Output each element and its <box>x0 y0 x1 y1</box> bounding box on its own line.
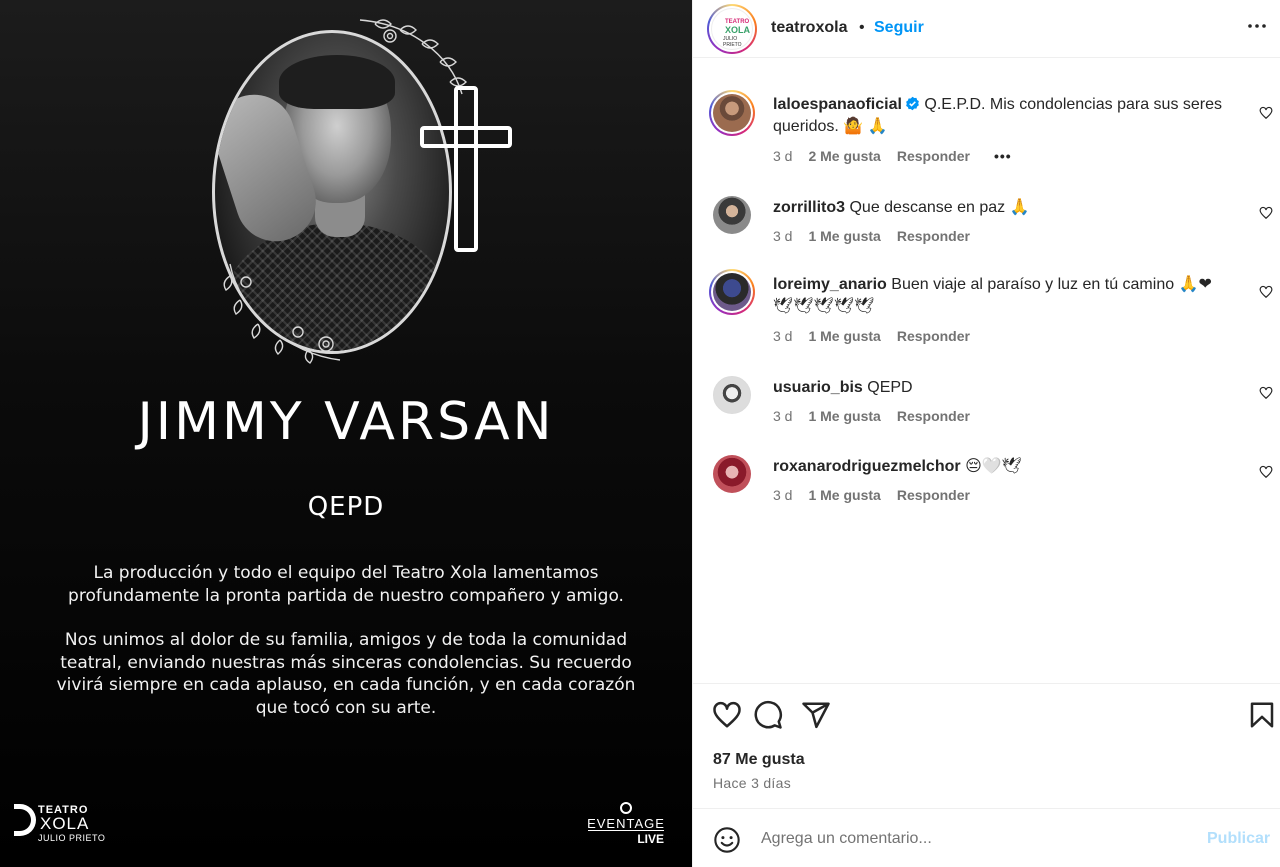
tribute-paragraph-2: Nos unimos al dolor de su familia, amigo… <box>56 630 636 718</box>
comment-text: 😔🤍🕊 <box>965 458 1022 475</box>
instagram-post-view: JIMMY VARSAN QEPD La producción y todo e… <box>0 0 1280 867</box>
reply-button[interactable]: Responder <box>897 148 970 164</box>
comment-likes[interactable]: 1 Me gusta <box>808 328 880 344</box>
comment-text: Buen viaje al paraíso y luz en tú camino… <box>891 276 1212 293</box>
post-header: TEATRO XOLA JULIO PRIETO teatroxola • Se… <box>693 0 1280 58</box>
send-icon[interactable] <box>801 700 831 730</box>
post-side-panel: TEATRO XOLA JULIO PRIETO teatroxola • Se… <box>692 0 1280 867</box>
comment-heart-icon[interactable] <box>1259 285 1273 299</box>
post-actions: 87 Me gusta Hace 3 días <box>693 683 1280 809</box>
comment-body: usuario_bis QEPD <box>773 377 1235 399</box>
follow-button[interactable]: Seguir <box>874 19 924 37</box>
comment-meta: 3 d 1 Me gusta Responder <box>773 228 970 244</box>
comment-username[interactable]: loreimy_anario <box>773 276 887 293</box>
comment-heart-icon[interactable] <box>1259 465 1273 479</box>
comment-time: 3 d <box>773 328 793 344</box>
eventage-live-logo: EVENTAGE LIVE <box>584 802 668 846</box>
comment-avatar[interactable] <box>709 192 755 238</box>
more-options-icon[interactable] <box>1245 14 1269 38</box>
teatro-xola-logo: TEATRO XOLA JULIO PRIETO <box>14 802 114 846</box>
comment-avatar[interactable] <box>709 372 755 418</box>
comment-meta: 3 d 1 Me gusta Responder <box>773 328 970 344</box>
comment-username[interactable]: roxanarodriguezmelchor <box>773 458 961 475</box>
comment-username[interactable]: usuario_bis <box>773 379 863 396</box>
comment-text-continued: 🕊🕊🕊🕊🕊 <box>773 298 875 315</box>
comment-time: 3 d <box>773 487 793 503</box>
comment-username[interactable]: zorrillito3 <box>773 199 845 216</box>
author-username[interactable]: teatroxola <box>771 19 847 37</box>
reply-button[interactable]: Responder <box>897 328 970 344</box>
comment-likes[interactable]: 1 Me gusta <box>808 228 880 244</box>
comment-meta: 3 d 2 Me gusta Responder ••• <box>773 148 1012 164</box>
comment-body: roxanarodriguezmelchor 😔🤍🕊 <box>773 456 1235 478</box>
comments-list: laloespanaoficial Q.E.P.D. Mis condolenc… <box>693 66 1280 682</box>
author-avatar[interactable]: TEATRO XOLA JULIO PRIETO <box>707 4 757 54</box>
memorial-name: JIMMY VARSAN <box>137 392 555 452</box>
add-comment-bar: Publicar <box>693 809 1280 867</box>
comment-avatar[interactable] <box>709 90 755 136</box>
tribute-text: La producción y todo el equipo del Teatr… <box>40 562 652 719</box>
cross-icon <box>420 86 512 252</box>
comment-username[interactable]: laloespanaoficial <box>773 96 902 113</box>
comment-more-button[interactable]: ••• <box>994 148 1012 164</box>
comment-text: Que descanse en paz 🙏 <box>849 199 1030 216</box>
comment-heart-icon[interactable] <box>1259 386 1273 400</box>
comment-body: loreimy_anario Buen viaje al paraíso y l… <box>773 274 1235 318</box>
header-separator: • <box>859 19 865 36</box>
reply-button[interactable]: Responder <box>897 408 970 424</box>
comment-time: 3 d <box>773 228 793 244</box>
comment-body: laloespanaoficial Q.E.P.D. Mis condolenc… <box>773 94 1235 138</box>
tribute-paragraph-1: La producción y todo el equipo del Teatr… <box>68 563 624 606</box>
comment-meta: 3 d 1 Me gusta Responder <box>773 408 970 424</box>
comment-likes[interactable]: 1 Me gusta <box>808 487 880 503</box>
comment-text: QEPD <box>867 379 913 396</box>
comment-avatar[interactable] <box>709 451 755 497</box>
post-time: Hace 3 días <box>713 775 792 791</box>
comment-heart-icon[interactable] <box>1259 106 1273 120</box>
comment-meta: 3 d 1 Me gusta Responder <box>773 487 970 503</box>
verified-badge-icon <box>906 96 919 111</box>
memorial-subtitle: QEPD <box>307 492 385 522</box>
comment-body: zorrillito3 Que descanse en paz 🙏 <box>773 197 1235 219</box>
teatro-xola-mini-logo: TEATRO XOLA JULIO PRIETO <box>723 19 751 48</box>
comment-likes[interactable]: 2 Me gusta <box>808 148 880 164</box>
reply-button[interactable]: Responder <box>897 228 970 244</box>
comment-avatar[interactable] <box>709 269 755 315</box>
emoji-icon[interactable] <box>713 826 741 854</box>
comment-icon[interactable] <box>753 700 783 730</box>
likes-count[interactable]: 87 Me gusta <box>713 751 805 769</box>
bookmark-icon[interactable] <box>1247 700 1277 730</box>
comment-likes[interactable]: 1 Me gusta <box>808 408 880 424</box>
comment-heart-icon[interactable] <box>1259 206 1273 220</box>
comment-time: 3 d <box>773 148 793 164</box>
reply-button[interactable]: Responder <box>897 487 970 503</box>
comment-time: 3 d <box>773 408 793 424</box>
comment-input[interactable] <box>761 824 1201 854</box>
post-image: JIMMY VARSAN QEPD La producción y todo e… <box>0 0 692 867</box>
publish-button[interactable]: Publicar <box>1207 830 1270 848</box>
heart-icon[interactable] <box>712 700 742 730</box>
